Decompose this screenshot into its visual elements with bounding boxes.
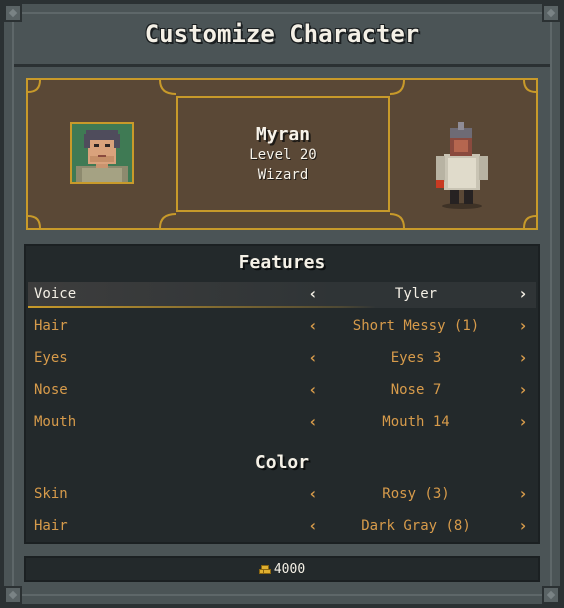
next-arrow-icon[interactable]: › (516, 285, 530, 303)
next-arrow-icon[interactable]: › (516, 349, 530, 367)
row-label: Voice (34, 286, 77, 302)
character-level: Level 20 (249, 146, 317, 163)
color-row-hair[interactable]: Hair ‹ Dark Gray (8) › (28, 514, 536, 540)
row-label: Eyes (34, 350, 68, 366)
row-value: Dark Gray (8) (361, 518, 471, 534)
character-sprite (428, 120, 496, 210)
customization-panel: Features Voice ‹ Tyler › Hair ‹ Short Me… (24, 244, 540, 544)
row-value: Rosy (3) (382, 486, 450, 502)
character-info: Myran Level 20 Wizard (176, 96, 390, 212)
corner-bolt-bottom-left (4, 586, 22, 604)
row-value: Tyler (394, 286, 438, 302)
row-label: Skin (34, 486, 68, 502)
color-heading: Color (254, 452, 310, 473)
gold-amount: 4000 (273, 561, 306, 577)
row-label: Hair (34, 518, 68, 534)
gold-coins-icon (258, 564, 271, 574)
row-label: Nose (34, 382, 68, 398)
row-value: Mouth 14 (382, 414, 450, 430)
next-arrow-icon[interactable]: › (516, 413, 530, 431)
next-arrow-icon[interactable]: › (516, 485, 530, 503)
feature-row-eyes[interactable]: Eyes ‹ Eyes 3 › (28, 346, 536, 372)
title-bar: Customize Character (8, 8, 556, 60)
row-label: Hair (34, 318, 68, 334)
feature-row-mouth[interactable]: Mouth ‹ Mouth 14 › (28, 410, 536, 436)
features-heading: Features (238, 252, 326, 273)
title-divider (14, 64, 550, 67)
character-portrait (70, 122, 134, 184)
character-name: Myran (255, 123, 311, 145)
feature-row-voice[interactable]: Voice ‹ Tyler › (28, 282, 536, 308)
color-row-skin[interactable]: Skin ‹ Rosy (3) › (28, 482, 536, 508)
next-arrow-icon[interactable]: › (516, 517, 530, 535)
character-sprite-icon (436, 122, 488, 209)
row-label: Mouth (34, 414, 77, 430)
next-arrow-icon[interactable]: › (516, 381, 530, 399)
feature-row-hair[interactable]: Hair ‹ Short Messy (1) › (28, 314, 536, 340)
corner-bolt-bottom-right (542, 586, 560, 604)
next-arrow-icon[interactable]: › (516, 317, 530, 335)
row-value: Nose 7 (390, 382, 442, 398)
gold-bar: 4000 (24, 556, 540, 582)
feature-row-nose[interactable]: Nose ‹ Nose 7 › (28, 378, 536, 404)
portrait-icon (72, 124, 132, 182)
character-class: Wizard (257, 166, 309, 183)
character-card: Myran Level 20 Wizard (26, 78, 538, 230)
row-value: Eyes 3 (390, 350, 442, 366)
window-title: Customize Character (144, 20, 420, 48)
row-value: Short Messy (1) (352, 318, 480, 334)
